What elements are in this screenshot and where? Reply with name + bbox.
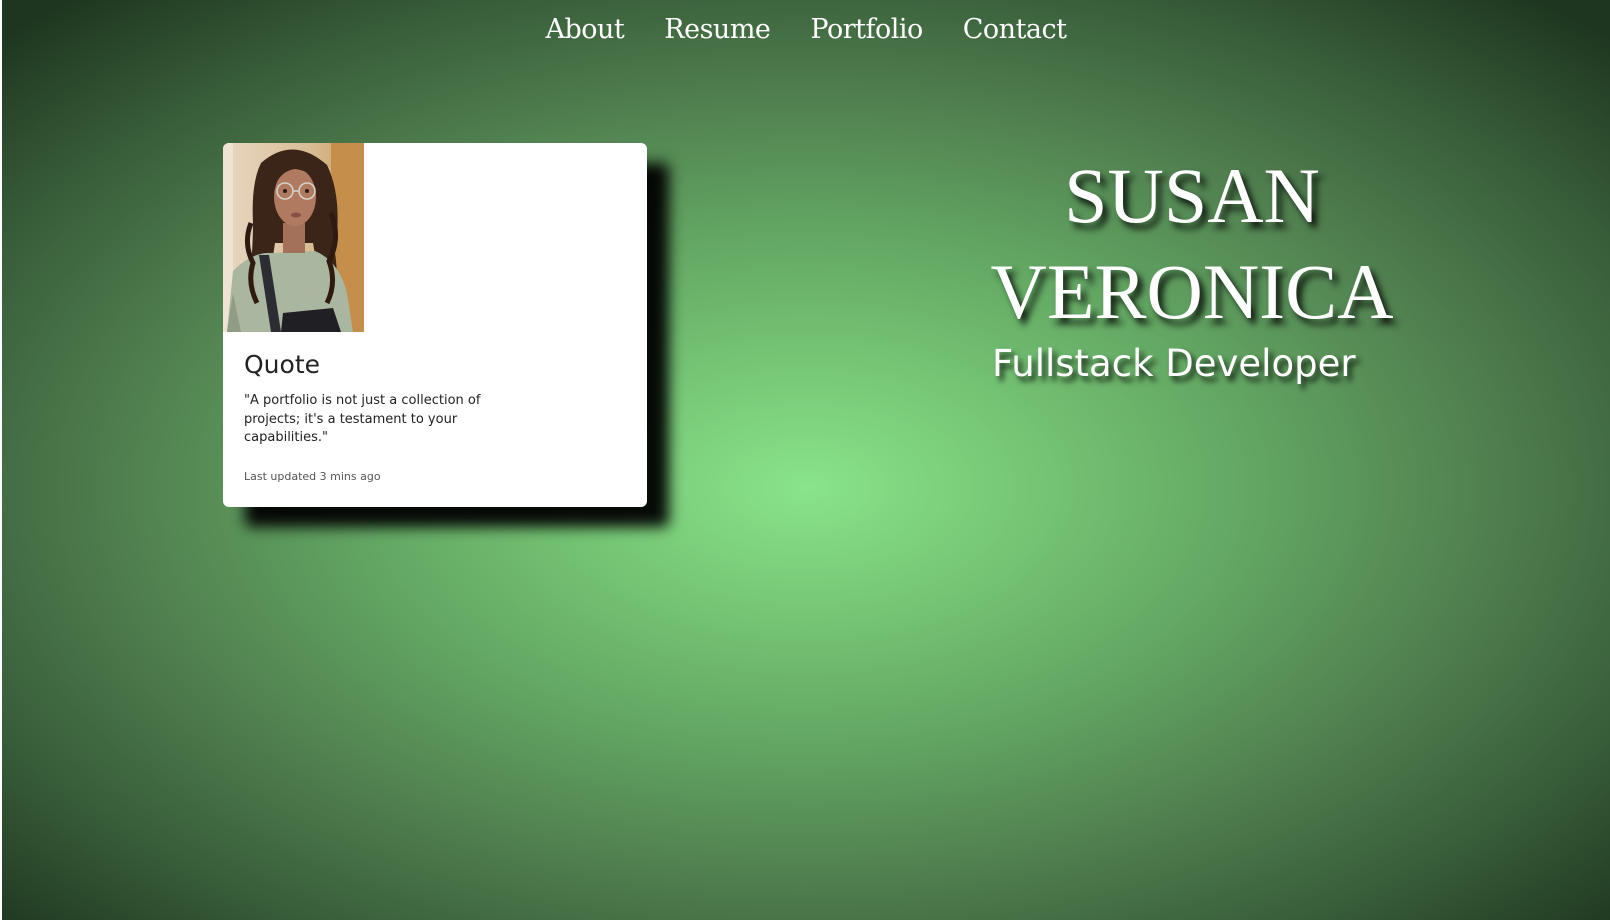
nav-link-about[interactable]: About <box>545 14 624 45</box>
hero-name: SUSAN VERONICA <box>942 148 1442 340</box>
hero-name-first: SUSAN <box>1064 152 1320 239</box>
nav-link-contact[interactable]: Contact <box>963 14 1067 45</box>
nav-link-portfolio[interactable]: Portfolio <box>810 14 923 45</box>
top-nav: About Resume Portfolio Contact <box>2 14 1610 45</box>
last-updated-text: Last updated 3 mins ago <box>244 470 381 483</box>
page-background: About Resume Portfolio Contact Quote "A … <box>2 0 1610 920</box>
quote-text: "A portfolio is not just a collection of… <box>244 393 481 445</box>
nav-link-resume[interactable]: Resume <box>664 14 771 45</box>
quote-card: Quote "A portfolio is not just a collect… <box>223 143 647 507</box>
hero-role: Fullstack Developer <box>992 342 1356 385</box>
card-title: Quote <box>244 350 321 379</box>
profile-photo <box>223 143 364 332</box>
hero-name-last: VERONICA <box>990 248 1394 335</box>
